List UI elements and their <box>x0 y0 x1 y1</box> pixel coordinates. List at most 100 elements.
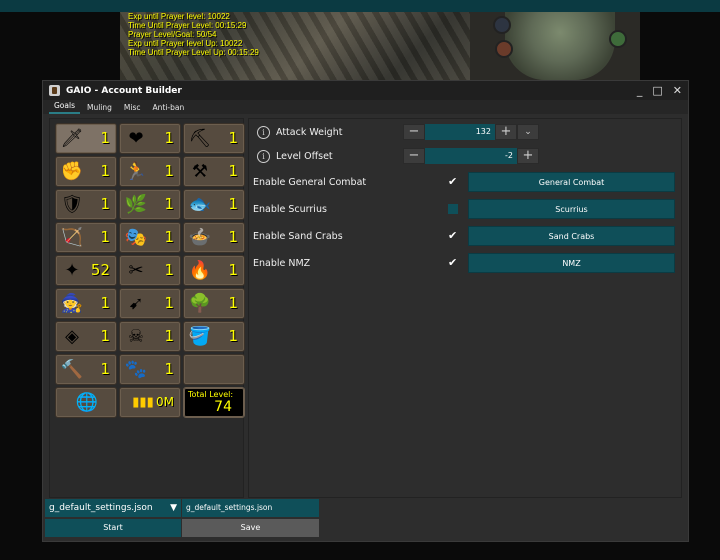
level-offset-field[interactable]: -2 <box>425 148 517 164</box>
smithing-icon: ⚒ <box>191 160 209 182</box>
scurrius-button[interactable]: Scurrius <box>468 199 675 219</box>
skill-tile-agility[interactable]: 🏃 1 <box>119 156 181 187</box>
skill-tile-thieving[interactable]: 🎭 1 <box>119 222 181 253</box>
skill-tile-slayer[interactable]: ☠ 1 <box>119 321 181 352</box>
info-icon[interactable]: i <box>257 149 270 163</box>
skill-tile-fishing[interactable]: 🐟 1 <box>183 189 245 220</box>
skill-tile-prayer[interactable]: ✦ 52 <box>55 255 117 286</box>
general-combat-button[interactable]: General Combat <box>468 172 675 192</box>
tab-misc[interactable]: Misc <box>119 103 146 114</box>
tab-goals[interactable]: Goals <box>49 101 80 114</box>
sand-crabs-button[interactable]: Sand Crabs <box>468 226 675 246</box>
prayer-overlay: Exp until Prayer level: 10022 Time Until… <box>128 12 259 57</box>
minimize-icon[interactable]: _ <box>637 84 643 97</box>
skill-level: 1 <box>100 195 110 213</box>
skill-level: 1 <box>228 261 238 279</box>
level-offset-row: i Level Offset − -2 + <box>255 146 675 166</box>
start-button[interactable]: Start <box>45 519 181 537</box>
decrement-button[interactable]: − <box>403 124 425 140</box>
app-icon <box>49 85 60 96</box>
nmz-button[interactable]: NMZ <box>468 253 675 273</box>
profile-select-value: g_default_settings.json <box>49 503 153 513</box>
skill-level: 1 <box>164 228 174 246</box>
window-title: GAIO - Account Builder <box>66 85 182 96</box>
skill-tile-construction[interactable]: 🔨 1 <box>55 354 117 385</box>
save-button[interactable]: Save <box>182 519 319 537</box>
close-icon[interactable]: ✕ <box>673 84 682 97</box>
money-tile[interactable]: ▮▮▮ 0M <box>119 387 181 418</box>
decrement-button[interactable]: − <box>403 148 425 164</box>
compass-icon[interactable] <box>493 16 511 34</box>
skill-tile-herblore[interactable]: 🌿 1 <box>119 189 181 220</box>
skill-tile-strength[interactable]: ✊ 1 <box>55 156 117 187</box>
hunter-icon: 🐾 <box>124 358 148 380</box>
skill-level: 1 <box>228 162 238 180</box>
skill-tile-hunter[interactable]: 🐾 1 <box>119 354 181 385</box>
money-value: 0M <box>156 395 174 409</box>
increment-button[interactable]: + <box>517 148 539 164</box>
settings-panel: i Attack Weight − 132 + ⌄ i Level Offset… <box>248 118 682 498</box>
chevron-down-icon[interactable]: ▼ <box>170 499 177 517</box>
skill-level: 1 <box>100 228 110 246</box>
skill-level: 1 <box>164 129 174 147</box>
skill-tile-mining[interactable]: ⛏ 1 <box>183 123 245 154</box>
profile-name-input[interactable]: g_default_settings.json <box>182 499 319 517</box>
toggle-row-nmz: Enable NMZ ✔ NMZ <box>253 253 675 273</box>
skill-tile-runecraft[interactable]: ◈ 1 <box>55 321 117 352</box>
coins-icon: ▮▮▮ <box>132 395 154 410</box>
skill-tile-defence[interactable]: 🛡 1 <box>55 189 117 220</box>
overlay-line: Prayer Level/Goal: 50/54 <box>128 30 217 39</box>
checkbox[interactable]: ✔ <box>448 230 458 241</box>
mining-icon: ⛏ <box>188 127 212 149</box>
skill-tile-cooking[interactable]: 🍲 1 <box>183 222 245 253</box>
attack-weight-row: i Attack Weight − 132 + ⌄ <box>255 122 675 142</box>
skill-level: 1 <box>228 228 238 246</box>
slayer-icon: ☠ <box>127 325 145 347</box>
skill-tile-ranged[interactable]: 🏹 1 <box>55 222 117 253</box>
minimap[interactable] <box>493 12 627 80</box>
skill-tile-hitpoints[interactable]: ❤ 1 <box>119 123 181 154</box>
maximize-icon[interactable]: □ <box>652 84 662 97</box>
prayer-orb-icon[interactable] <box>495 40 513 58</box>
checkbox[interactable]: ✔ <box>448 176 458 187</box>
chevron-down-icon[interactable]: ⌄ <box>517 124 539 140</box>
attack-weight-spinner: − 132 + ⌄ <box>403 124 539 140</box>
attack-weight-field[interactable]: 132 <box>425 124 495 140</box>
skill-tile-attack[interactable]: 🗡 1 <box>55 123 117 154</box>
window-titlebar[interactable]: GAIO - Account Builder _ □ ✕ <box>43 81 688 100</box>
skills-panel: 🗡 1 ❤ 1 ⛏ 1 ✊ 1 🏃 1 ⚒ 1 🛡 1 🌿 1 🐟 1 🏹 1 🎭 1 🍲 1 ✦ 52 ✂ 1 🔥 1 🧙 1 ➹ 1 🌳 1 ◈ 1 ☠… <box>49 118 245 498</box>
account-builder-window: GAIO - Account Builder _ □ ✕ Goals Mulin… <box>42 80 689 542</box>
defence-icon: 🛡 <box>60 193 84 215</box>
ranged-icon: 🏹 <box>60 226 84 248</box>
checkbox[interactable] <box>448 204 458 214</box>
herblore-icon: 🌿 <box>124 193 148 215</box>
total-level-value: 74 <box>214 399 232 415</box>
skill-tile-woodcutting[interactable]: 🌳 1 <box>183 288 245 319</box>
toggle-label: Enable General Combat <box>253 176 367 188</box>
skill-tile-crafting[interactable]: ✂ 1 <box>119 255 181 286</box>
tab-anti-ban[interactable]: Anti-ban <box>148 103 190 114</box>
skill-tile-firemaking[interactable]: 🔥 1 <box>183 255 245 286</box>
skill-level: 1 <box>164 360 174 378</box>
fletching-icon: ➹ <box>128 292 144 314</box>
skill-tile-smithing[interactable]: ⚒ 1 <box>183 156 245 187</box>
skill-level: 1 <box>228 195 238 213</box>
profile-select[interactable]: g_default_settings.json ▼ <box>45 499 181 517</box>
overlay-line: Exp until Prayer level: 10022 <box>128 12 230 21</box>
woodcutting-icon: 🌳 <box>188 292 212 314</box>
info-icon[interactable]: i <box>257 125 270 139</box>
skill-tile-farming[interactable]: 🪣 1 <box>183 321 245 352</box>
skill-level: 1 <box>164 195 174 213</box>
skill-tile-empty <box>183 354 245 385</box>
tab-muling[interactable]: Muling <box>82 103 117 114</box>
skill-level: 1 <box>100 327 110 345</box>
skill-level: 52 <box>90 261 110 279</box>
cooking-icon: 🍲 <box>188 226 212 248</box>
overlay-line: Time Until Prayer Level: 00:15:29 <box>128 21 247 30</box>
skill-tile-fletching[interactable]: ➹ 1 <box>119 288 181 319</box>
checkbox[interactable]: ✔ <box>448 257 458 268</box>
quest-tile[interactable]: 🌐 <box>55 387 117 418</box>
run-orb-icon[interactable] <box>609 30 627 48</box>
increment-button[interactable]: + <box>495 124 517 140</box>
skill-tile-magic[interactable]: 🧙 1 <box>55 288 117 319</box>
